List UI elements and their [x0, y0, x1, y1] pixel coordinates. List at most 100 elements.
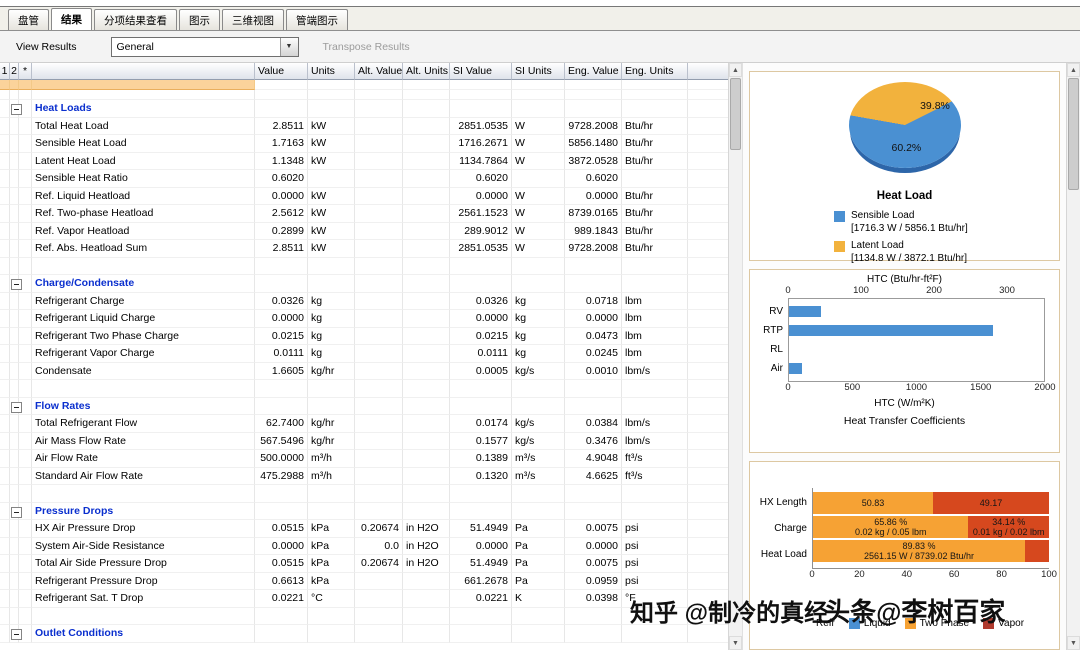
- cell: [255, 625, 308, 643]
- table-row[interactable]: Ref. Abs. Heatload Sum 2.8511 kW 2851.0535 W…: [0, 240, 728, 258]
- cell: Heat Loads: [32, 100, 255, 118]
- cell: [19, 292, 32, 310]
- group-row[interactable]: Flow Rates: [0, 397, 728, 415]
- table-row[interactable]: Refrigerant Two Phase Charge 0.0215 kg 0.02…: [0, 327, 728, 345]
- column-header[interactable]: *: [19, 63, 32, 80]
- cell: Refrigerant Sat. T Drop: [32, 590, 255, 608]
- column-header[interactable]: [32, 63, 255, 80]
- cell: 0.0: [355, 537, 403, 555]
- column-header[interactable]: Alt. Value: [355, 63, 403, 80]
- column-header[interactable]: SI Units: [512, 63, 565, 80]
- cell: [19, 240, 32, 258]
- cell: psi: [622, 555, 688, 573]
- scroll-up-arrow-icon[interactable]: ▲: [1067, 63, 1080, 77]
- column-header[interactable]: Eng. Units: [622, 63, 688, 80]
- tab-diagram[interactable]: 图示: [179, 9, 220, 30]
- cell: kW: [308, 222, 355, 240]
- htc-plot-area: RV RTP RL Air: [750, 298, 1059, 382]
- collapse-icon[interactable]: [11, 401, 22, 413]
- cell: [403, 170, 450, 188]
- cell: [450, 100, 512, 118]
- table-row[interactable]: Total Air Side Pressure Drop 0.0515 kPa 0.2…: [0, 555, 728, 573]
- scrollbar-track[interactable]: [729, 151, 742, 636]
- cell: [403, 240, 450, 258]
- table-row[interactable]: System Air-Side Resistance 0.0000 kPa 0.0 in…: [0, 537, 728, 555]
- cell: lbm/s: [622, 432, 688, 450]
- table-row[interactable]: Latent Heat Load 1.1348 kW 1134.7864 W 3872.0…: [0, 152, 728, 170]
- collapse-icon[interactable]: [11, 104, 22, 115]
- table-row[interactable]: Sensible Heat Ratio 0.6020 0.6020 0.6020: [0, 170, 728, 188]
- table-row[interactable]: Ref. Vapor Heatload 0.2899 kW 289.9012 W 989.…: [0, 222, 728, 240]
- table-row[interactable]: Total Heat Load 2.8511 kW 2851.0535 W 9728.20…: [0, 117, 728, 135]
- table-row[interactable]: Ref. Liquid Heatload 0.0000 kW 0.0000 W 0.000…: [0, 187, 728, 205]
- collapse-icon[interactable]: [11, 629, 22, 640]
- scrollbar-thumb[interactable]: [730, 78, 741, 150]
- cell: [0, 362, 10, 380]
- group-row[interactable]: Charge/Condensate: [0, 275, 728, 293]
- scroll-up-arrow-icon[interactable]: ▲: [729, 63, 742, 77]
- scrollbar-track[interactable]: [1067, 191, 1080, 636]
- group-row[interactable]: Heat Loads: [0, 100, 728, 118]
- tab-results[interactable]: 结果: [51, 8, 92, 30]
- panel-vertical-scrollbar[interactable]: ▲ ▼: [1066, 63, 1080, 650]
- cell: kW: [308, 240, 355, 258]
- column-header[interactable]: SI Value: [450, 63, 512, 80]
- cell: 0.0515: [255, 520, 308, 538]
- column-header[interactable]: Value: [255, 63, 308, 80]
- cell: [355, 467, 403, 485]
- cell-filler: [688, 275, 728, 293]
- pie-wrap: 39.8% 60.2%: [840, 82, 970, 182]
- cell: [32, 257, 255, 275]
- table-row[interactable]: Refrigerant Liquid Charge 0.0000 kg 0.0000 k…: [0, 310, 728, 328]
- cell: 0.0111: [450, 345, 512, 363]
- cell: [0, 572, 10, 590]
- cell: [0, 135, 10, 153]
- group-row[interactable]: Pressure Drops: [0, 502, 728, 520]
- results-type-dropdown[interactable]: General ▼: [110, 36, 299, 57]
- column-header[interactable]: Units: [308, 63, 355, 80]
- table-row[interactable]: HX Air Pressure Drop 0.0515 kPa 0.20674 in H…: [0, 520, 728, 538]
- cell: in H2O: [403, 520, 450, 538]
- cell: Standard Air Flow Rate: [32, 467, 255, 485]
- cell: [512, 485, 565, 503]
- column-header[interactable]: Alt. Units: [403, 63, 450, 80]
- table-row[interactable]: Refrigerant Sat. T Drop 0.0221 °C 0.0221 K 0.…: [0, 590, 728, 608]
- table-row[interactable]: Air Flow Rate 500.0000 m³/h 0.1389 m³/s 4.904…: [0, 450, 728, 468]
- transpose-results-button[interactable]: Transpose Results: [323, 41, 410, 53]
- cell: in H2O: [403, 555, 450, 573]
- cell: [355, 607, 403, 625]
- bar-segment: 89.83 % 2561.15 W / 8739.02 Btu/hr: [813, 540, 1025, 562]
- table-row[interactable]: Refrigerant Charge 0.0326 kg 0.0326 kg 0.0718…: [0, 292, 728, 310]
- bar-category-label: Charge: [774, 523, 807, 534]
- table-row[interactable]: Standard Air Flow Rate 475.2988 m³/h 0.1320…: [0, 467, 728, 485]
- table-row[interactable]: Condensate 1.6605 kg/hr 0.0005 kg/s 0.0010 lbm…: [0, 362, 728, 380]
- table-row[interactable]: Refrigerant Vapor Charge 0.0111 kg 0.0111 kg…: [0, 345, 728, 363]
- chevron-down-icon[interactable]: ▼: [279, 37, 298, 56]
- tab-tube-end-diagram[interactable]: 管端图示: [286, 9, 348, 30]
- collapse-icon[interactable]: [11, 279, 22, 290]
- table-row[interactable]: Sensible Heat Load 1.7163 kW 1716.2671 W 5856…: [0, 135, 728, 153]
- collapse-icon[interactable]: [11, 506, 22, 518]
- table-row[interactable]: Ref. Two-phase Heatload 2.5612 kW 2561.1523…: [0, 205, 728, 223]
- tab-coil[interactable]: 盘管: [8, 9, 49, 30]
- cell: lbm/s: [622, 415, 688, 433]
- tab-itemized-results[interactable]: 分项结果查看: [94, 9, 177, 30]
- cell: 500.0000: [255, 450, 308, 468]
- pie-slice-label: 60.2%: [891, 142, 922, 154]
- grid-vertical-scrollbar[interactable]: ▲ ▼: [728, 63, 742, 650]
- tab-3d-view[interactable]: 三维视图: [222, 9, 284, 30]
- column-header[interactable]: 1: [0, 63, 10, 80]
- cell-filler: [688, 310, 728, 328]
- table-row[interactable]: Air Mass Flow Rate 567.5496 kg/hr 0.1577 kg/…: [0, 432, 728, 450]
- scrollbar-thumb[interactable]: [1068, 78, 1079, 190]
- cell: [355, 362, 403, 380]
- cell: [403, 90, 450, 100]
- cell: [255, 607, 308, 625]
- table-row[interactable]: Total Refrigerant Flow 62.7400 kg/hr 0.0174…: [0, 415, 728, 433]
- cell: [255, 275, 308, 293]
- table-row[interactable]: Refrigerant Pressure Drop 0.6613 kPa 661.26…: [0, 572, 728, 590]
- column-header[interactable]: Eng. Value: [565, 63, 622, 80]
- cell: [10, 222, 19, 240]
- group-row[interactable]: Outlet Conditions: [0, 625, 728, 643]
- column-header[interactable]: 2: [10, 63, 19, 80]
